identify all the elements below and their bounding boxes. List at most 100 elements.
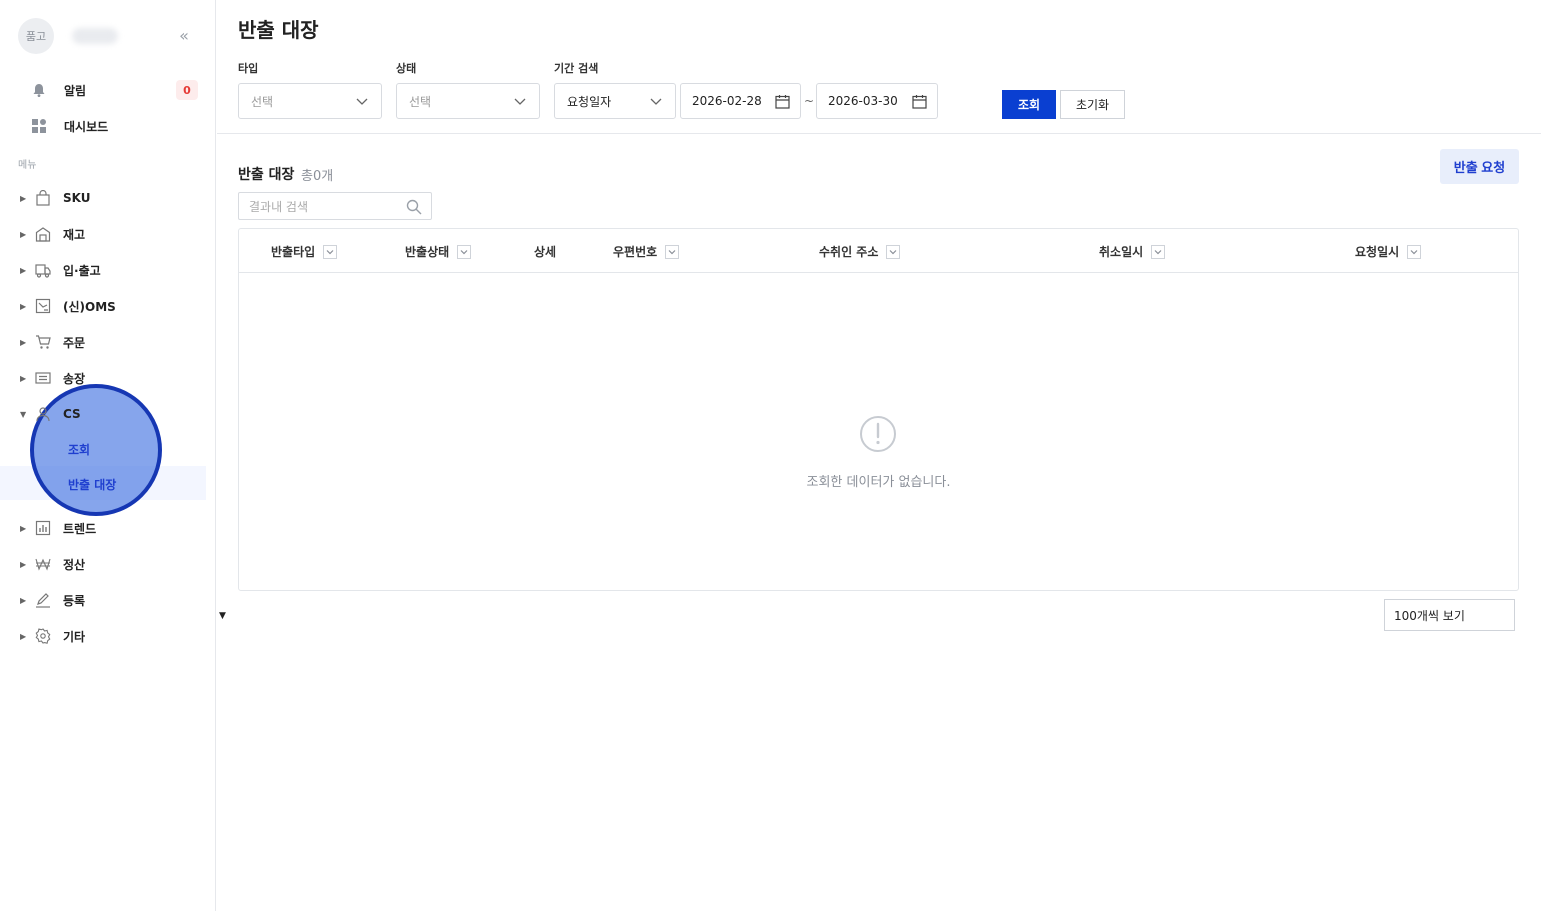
sidebar-item-alerts[interactable]: 알림 [30,79,86,101]
return-request-button[interactable]: 반출 요청 [1440,149,1519,184]
date-to-value: 2026-03-30 [828,94,898,108]
sidebar-item-invoice[interactable]: ▶ 송장 [20,367,85,389]
caret-right-icon: ▶ [20,631,27,641]
chevron-down-icon [650,98,662,105]
return-ledger-table: 반출타입 반출상태 상세 우편번호 수취인 주소 취소일시 요청일시 조회한 데… [238,228,1519,591]
page-size-select[interactable]: 100개씩 보기 [1384,599,1515,631]
caret-right-icon: ▶ [20,193,27,203]
caret-right-icon: ▶ [20,301,27,311]
chevron-down-icon[interactable] [323,244,338,259]
column-header-label: 요청일시 [1355,245,1400,259]
date-range-separator: ~ [804,94,815,108]
column-header-detail: 상세 [534,243,556,260]
double-chevron-left-icon[interactable]: « [174,26,194,46]
column-header-label: 반출타입 [271,245,316,259]
caret-right-icon: ▶ [20,595,27,605]
sidebar-item-label: 기타 [63,629,86,644]
sidebar-item-label: 알림 [64,83,87,98]
caret-down-icon[interactable]: ▼ [219,611,226,621]
bag-icon [34,189,52,207]
status-filter-label: 상태 [396,62,417,75]
column-header-label: 수취인 주소 [819,245,879,259]
status-select-value: 선택 [409,94,432,109]
sidebar-item-inbound-outbound[interactable]: ▶ 입·출고 [20,259,101,281]
sidebar-item-orders[interactable]: ▶ 주문 [20,331,85,353]
list-title: 반출 대장 [238,167,295,183]
caret-down-icon: ▼ [20,409,27,419]
sidebar-item-label: 정산 [63,557,86,572]
dashboard-icon [30,117,48,135]
won-icon [34,555,52,573]
column-header-requested-at[interactable]: 요청일시 [1355,243,1422,260]
type-select[interactable]: 선택 [238,83,382,119]
type-select-value: 선택 [251,94,274,109]
sidebar-subitem-inquiry[interactable]: 조회 [68,441,90,458]
column-header-return-status[interactable]: 반출상태 [405,243,472,260]
column-header-recipient-address[interactable]: 수취인 주소 [819,243,901,260]
caret-right-icon: ▶ [20,229,27,239]
table-header: 반출타입 반출상태 상세 우편번호 수취인 주소 취소일시 요청일시 [239,229,1518,273]
calendar-icon[interactable] [775,94,790,109]
sidebar-item-label: 송장 [63,371,86,386]
sidebar-item-label: 입·출고 [63,263,101,278]
invoice-icon [34,369,52,387]
sidebar-item-sku[interactable]: ▶ SKU [20,187,90,209]
chevron-down-icon [514,98,526,105]
chevron-down-icon[interactable] [886,244,901,259]
caret-right-icon: ▶ [20,523,27,533]
reset-button[interactable]: 초기화 [1060,90,1125,119]
search-icon[interactable] [406,199,422,215]
caret-right-icon: ▶ [20,559,27,569]
main-content: 반출 대장 타입 선택 상태 선택 기간 검색 요청일자 2026-02-28 … [217,0,1541,911]
sidebar-item-oms[interactable]: ▶ (신)OMS [20,295,116,317]
sidebar-item-label: 주문 [63,335,86,350]
date-to-input[interactable]: 2026-03-30 [816,83,938,119]
sidebar-item-label: (신)OMS [63,299,116,314]
sidebar-item-label: 트렌드 [63,521,97,536]
search-button[interactable]: 조회 [1002,90,1056,119]
sidebar-item-dashboard[interactable]: 대시보드 [30,115,108,137]
menu-section-label: 메뉴 [18,160,37,171]
type-filter-label: 타입 [238,62,259,75]
warehouse-icon [34,225,52,243]
sidebar-item-settlement[interactable]: ▶ 정산 [20,553,85,575]
sidebar-item-label: 재고 [63,227,86,242]
period-filter-label: 기간 검색 [554,62,599,75]
column-header-return-type[interactable]: 반출타입 [271,243,338,260]
calendar-icon[interactable] [912,94,927,109]
caret-right-icon: ▶ [20,265,27,275]
person-icon [34,405,52,423]
brand-logo[interactable]: 품고 [18,18,54,54]
column-header-cancelled-at[interactable]: 취소일시 [1099,243,1166,260]
date-from-input[interactable]: 2026-02-28 [680,83,801,119]
page-title: 반출 대장 [238,18,319,42]
caret-right-icon: ▶ [20,373,27,383]
sidebar-subitem-return-ledger[interactable]: 반출 대장 [68,476,116,493]
column-header-postal-code[interactable]: 우편번호 [613,243,680,260]
bell-icon [30,81,48,99]
oms-icon [34,297,52,315]
chevron-down-icon[interactable] [665,244,680,259]
column-header-label: 반출상태 [405,245,450,259]
cart-icon [34,333,52,351]
chevron-down-icon[interactable] [1407,244,1422,259]
result-search-placeholder: 결과내 검색 [249,199,309,214]
empty-state-message: 조회한 데이터가 없습니다. [806,475,951,490]
exclamation-circle-icon [860,416,896,452]
sidebar-item-label: SKU [63,191,91,205]
pencil-icon [34,591,52,609]
period-type-select[interactable]: 요청일자 [554,83,676,119]
sidebar-item-label: 등록 [63,593,86,608]
sidebar-item-register[interactable]: ▶ 등록 [20,589,85,611]
app-root: 품고 « 알림 0 대시보드 메뉴 ▶ SKU ▶ 재고 ▶ 입·출고 ▶ (신… [0,0,1541,911]
chevron-down-icon[interactable] [1151,244,1166,259]
result-search-input[interactable]: 결과내 검색 [238,192,432,220]
sidebar-item-cs[interactable]: ▼ CS [20,403,81,425]
status-select[interactable]: 선택 [396,83,540,119]
sidebar-item-inventory[interactable]: ▶ 재고 [20,223,85,245]
period-type-value: 요청일자 [567,94,612,109]
sidebar-item-trend[interactable]: ▶ 트렌드 [20,517,96,539]
chevron-down-icon[interactable] [457,244,472,259]
sidebar-item-etc[interactable]: ▶ 기타 [20,625,85,647]
filter-divider [217,133,1541,134]
